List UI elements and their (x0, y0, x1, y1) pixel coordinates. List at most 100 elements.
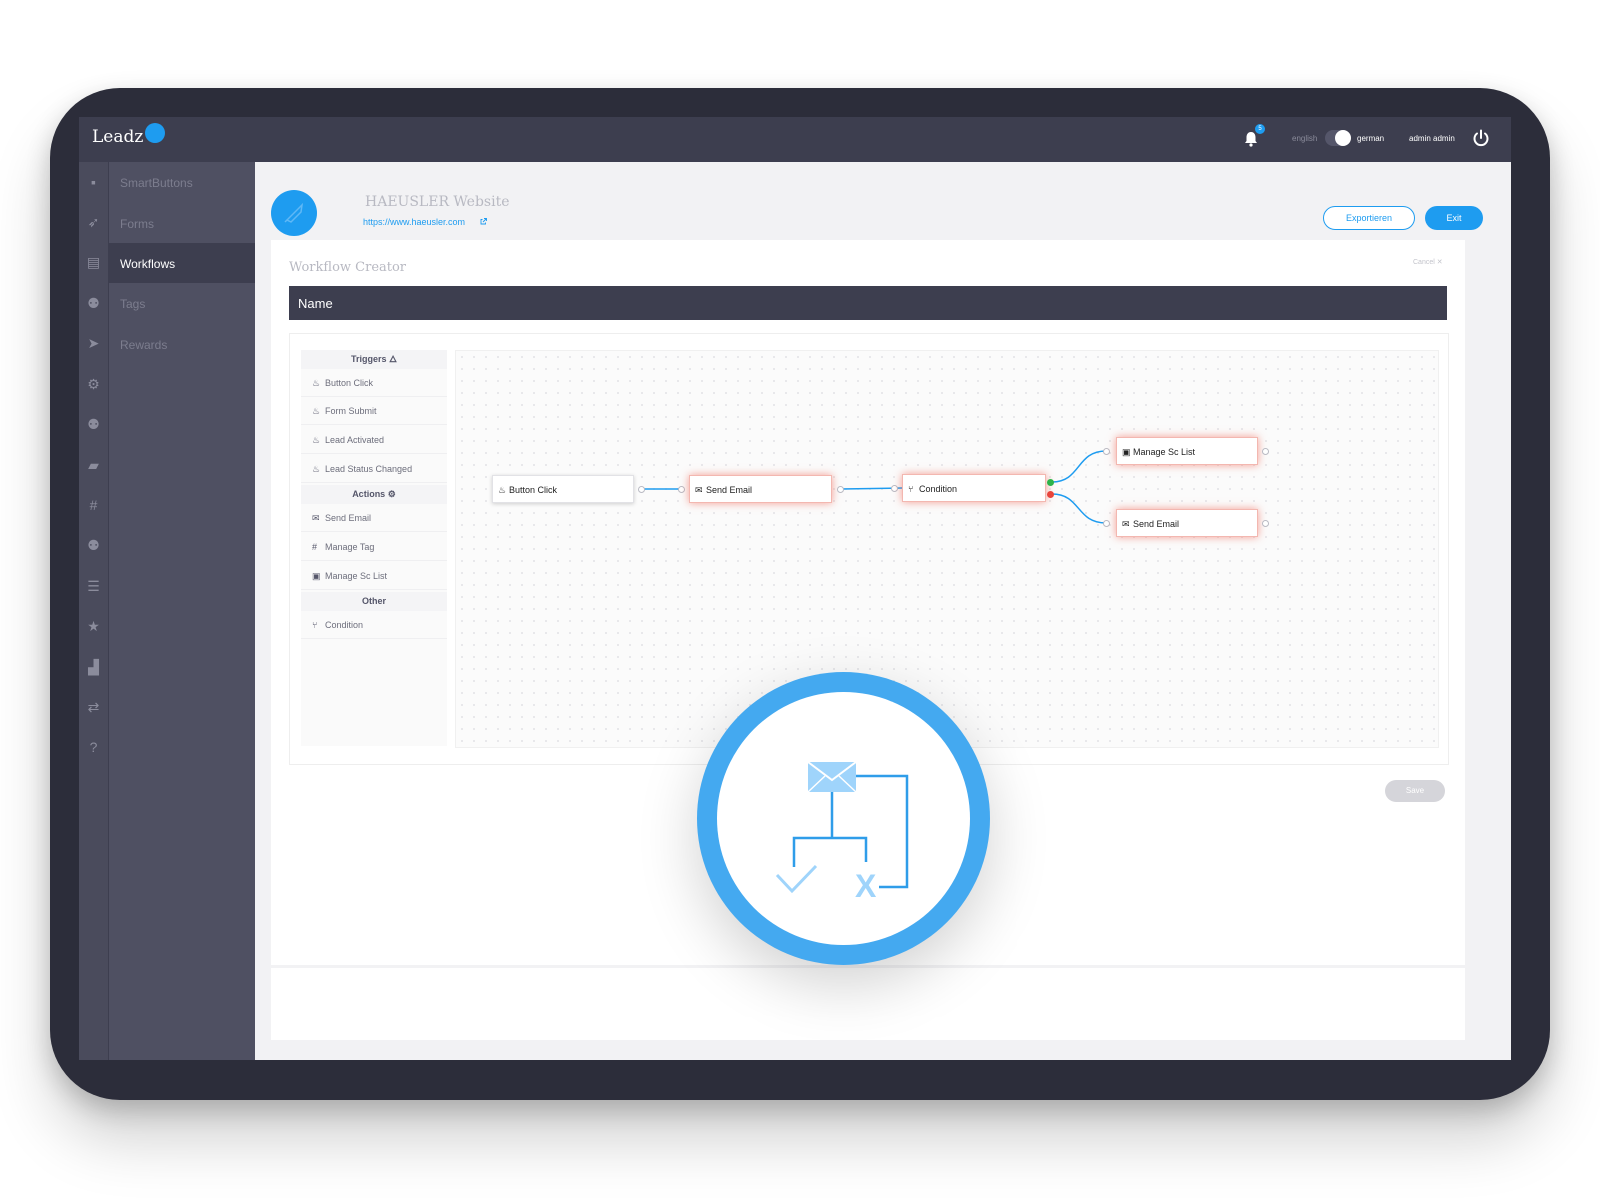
contact-card-icon: ▣ (312, 571, 321, 581)
node-input-port[interactable] (891, 485, 898, 492)
condition-true-port[interactable] (1047, 479, 1054, 486)
connection-wires (641, 450, 1107, 524)
palette-item-label: Form Submit (325, 406, 377, 416)
actions-heading-label: Actions (352, 489, 386, 499)
sidebar-item-label: Forms (120, 217, 154, 231)
project-avatar (271, 190, 317, 236)
sidebar-item-smartbuttons[interactable]: SmartButtons (109, 162, 255, 202)
flame-icon: ♨ (312, 406, 321, 416)
palette-item-manage-tag[interactable]: # Manage Tag (301, 534, 447, 561)
flame-icon: 🜂 (389, 354, 397, 364)
node-input-port[interactable] (1103, 448, 1110, 455)
palette-item-label: Manage Sc List (325, 571, 388, 581)
flame-icon: ♨ (312, 464, 321, 474)
fail-mark: X (855, 868, 877, 904)
triggers-heading: Triggers 🜂 (301, 350, 447, 369)
workflow-canvas[interactable]: ♨ Button Click ✉ Send Email ⑂ Condition (455, 350, 1439, 748)
contact-card-icon: ▣ (1122, 447, 1131, 457)
palette-item-label: Button Click (325, 378, 374, 388)
star-icon[interactable]: ★ (85, 618, 102, 635)
node-manage-sc-list[interactable]: ▣ Manage Sc List (1116, 437, 1258, 465)
dashboard-icon[interactable]: ▪ (85, 174, 102, 191)
signal-icon[interactable]: ▟ (85, 659, 102, 676)
people-icon[interactable]: ⚉ (85, 416, 102, 433)
sidebar-item-label: SmartButtons (120, 176, 193, 190)
node-output-port[interactable] (837, 486, 844, 493)
help-icon[interactable]: ? (85, 739, 102, 756)
notification-badge: 5 (1255, 124, 1265, 134)
app-logo[interactable]: Leadz (92, 127, 143, 147)
hash-icon: # (312, 542, 318, 552)
project-header: HAEUSLER Website https://www.haeusler.co… (271, 182, 1483, 242)
user-name[interactable]: admin admin (1409, 134, 1455, 143)
condition-false-port[interactable] (1047, 491, 1054, 498)
node-output-port[interactable] (1262, 520, 1269, 527)
flame-icon: ♨ (498, 485, 507, 495)
palette-item-lead-status-changed[interactable]: ♨ Lead Status Changed (301, 456, 447, 483)
node-condition[interactable]: ⑂ Condition (902, 474, 1046, 502)
palette-item-label: Lead Status Changed (325, 464, 413, 474)
language-toggle[interactable] (1325, 130, 1351, 146)
workflow-creator-title: Workflow Creator (289, 260, 407, 275)
node-output-port[interactable] (1262, 448, 1269, 455)
cancel-link[interactable]: Cancel ✕ (1413, 258, 1443, 266)
node-input-port[interactable] (678, 486, 685, 493)
palette-item-form-submit[interactable]: ♨ Form Submit (301, 398, 447, 425)
gear-icon[interactable]: ⚙ (85, 376, 102, 393)
email-workflow-icon: X (775, 761, 909, 904)
top-bar: Leadz 5 english german admin admin (79, 117, 1511, 162)
language-english[interactable]: english (1292, 134, 1317, 143)
project-url-link[interactable]: https://www.haeusler.com (363, 217, 465, 227)
sidebar-item-label: Tags (120, 297, 146, 311)
other-heading: Other (301, 592, 447, 611)
node-label: Condition (919, 484, 958, 494)
gears-icon: ⚙ (387, 489, 396, 499)
translate-icon[interactable]: ⇄ (85, 699, 102, 716)
sidebar-item-tags[interactable]: Tags (109, 283, 255, 323)
palette-item-lead-activated[interactable]: ♨ Lead Activated (301, 427, 447, 454)
envelope-icon: ✉ (312, 513, 320, 523)
flame-icon: ♨ (312, 378, 321, 388)
people-icon[interactable]: ⚉ (85, 537, 102, 554)
rocket-icon[interactable]: ➶ (85, 214, 102, 231)
workflow-name-field[interactable]: Name (289, 286, 1447, 320)
node-input-port[interactable] (1103, 520, 1110, 527)
forms-icon[interactable]: ▤ (85, 254, 102, 271)
language-german[interactable]: german (1357, 134, 1384, 143)
palette-item-condition[interactable]: ⑂ Condition (301, 612, 447, 639)
node-send-email[interactable]: ✉ Send Email (689, 475, 832, 503)
people-icon[interactable]: ⚉ (85, 295, 102, 312)
link-icon[interactable] (479, 216, 489, 226)
node-output-port[interactable] (638, 486, 645, 493)
hash-icon[interactable]: # (85, 497, 102, 514)
list-icon[interactable]: ☰ (85, 578, 102, 595)
send-icon[interactable]: ➤ (85, 335, 102, 352)
node-send-email-2[interactable]: ✉ Send Email (1116, 509, 1258, 537)
exit-button[interactable]: Exit (1425, 206, 1483, 230)
name-field-placeholder: Name (298, 296, 333, 311)
palette-item-send-email[interactable]: ✉ Send Email (301, 505, 447, 532)
footer-card (271, 968, 1465, 1040)
node-label: Manage Sc List (1133, 447, 1196, 457)
palette-item-label: Condition (325, 620, 364, 630)
node-label: Send Email (706, 485, 753, 495)
sidebar-item-rewards[interactable]: Rewards (109, 324, 255, 364)
node-label: Send Email (1133, 519, 1180, 529)
palette-item-manage-sc-list[interactable]: ▣ Manage Sc List (301, 563, 447, 590)
node-button-click[interactable]: ♨ Button Click (492, 475, 634, 503)
node-palette: Triggers 🜂 ♨ Button Click ♨ Form Submit … (301, 350, 447, 746)
palette-item-button-click[interactable]: ♨ Button Click (301, 370, 447, 397)
branch-icon: ⑂ (312, 620, 318, 630)
map-icon[interactable]: ▰ (85, 457, 102, 474)
node-label: Button Click (509, 485, 558, 495)
email-workflow-badge: X (697, 672, 990, 965)
sidebar-item-forms[interactable]: Forms (109, 203, 255, 243)
flame-icon: ♨ (312, 435, 321, 445)
actions-heading: Actions ⚙ (301, 485, 447, 504)
envelope-icon: ✉ (1122, 519, 1130, 529)
export-button[interactable]: Exportieren (1323, 206, 1415, 230)
power-icon[interactable] (1471, 128, 1491, 148)
palette-item-label: Lead Activated (325, 435, 385, 445)
sidebar-item-workflows[interactable]: Workflows (109, 243, 255, 283)
save-button[interactable]: Save (1385, 780, 1445, 802)
